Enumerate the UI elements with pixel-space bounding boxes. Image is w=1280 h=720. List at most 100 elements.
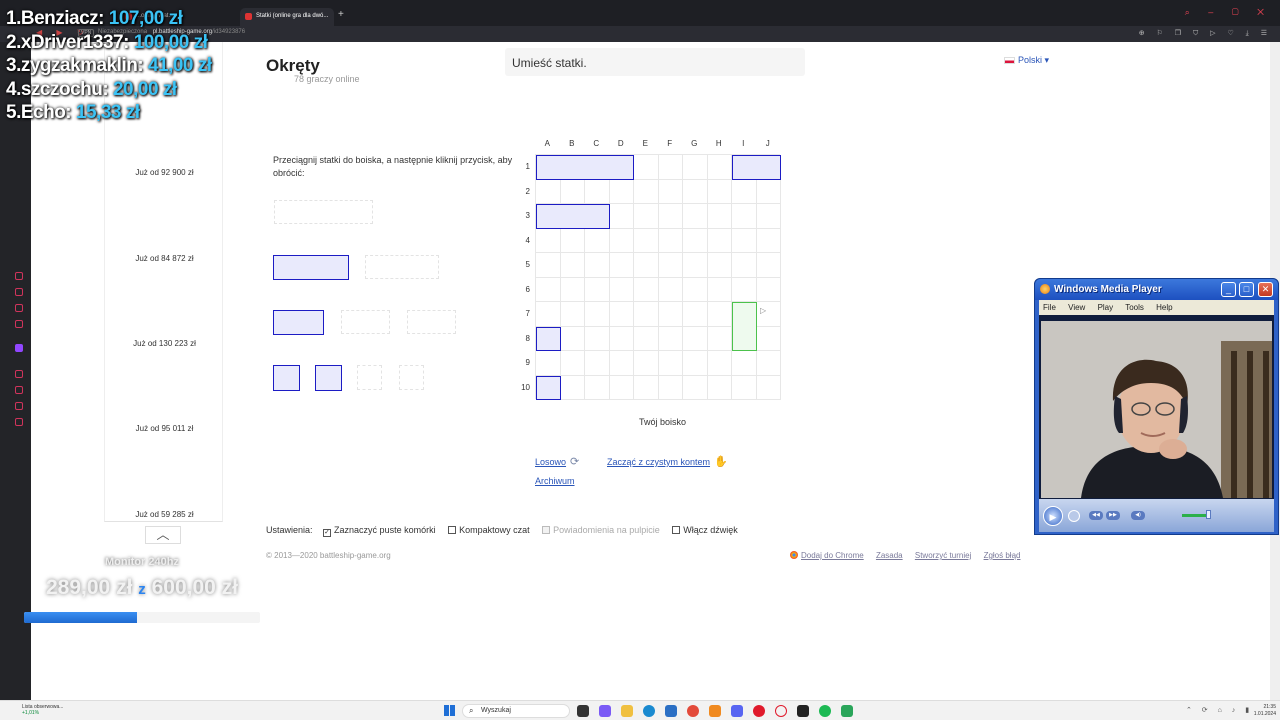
board-cell[interactable] — [634, 204, 659, 229]
board-cell[interactable] — [683, 228, 708, 253]
board-cell[interactable] — [536, 351, 561, 376]
board-cell[interactable] — [609, 326, 634, 351]
board-cell[interactable] — [707, 277, 732, 302]
board-cell[interactable] — [609, 302, 634, 327]
board-cell[interactable] — [658, 228, 683, 253]
board-cell[interactable] — [560, 326, 585, 351]
option-sound[interactable]: Włącz dźwięk — [672, 525, 738, 535]
board-cell[interactable] — [658, 155, 683, 180]
placed-ship[interactable] — [536, 375, 561, 400]
board-cell[interactable] — [683, 253, 708, 278]
placed-ship[interactable] — [536, 326, 561, 351]
sidebar-box-icon[interactable] — [15, 304, 23, 312]
board-cell[interactable] — [683, 302, 708, 327]
board-cell[interactable] — [707, 351, 732, 376]
minimize-button[interactable]: _ — [1221, 282, 1236, 297]
twitch-icon[interactable] — [15, 344, 23, 352]
board-cell[interactable] — [658, 351, 683, 376]
ad-price[interactable]: Już od 84 872 zł — [105, 254, 224, 263]
opera-icon[interactable] — [753, 705, 765, 717]
dock-ship-1[interactable] — [273, 365, 300, 391]
board-cell[interactable] — [560, 302, 585, 327]
chrome-taskbar-icon[interactable] — [687, 705, 699, 717]
board-cell[interactable] — [560, 375, 585, 400]
board-cell[interactable] — [658, 179, 683, 204]
windows-start-icon[interactable] — [444, 705, 455, 716]
board-cell[interactable] — [536, 302, 561, 327]
board-cell[interactable] — [756, 179, 781, 204]
board-cell[interactable] — [634, 375, 659, 400]
checkbox-checked-icon[interactable]: ✓ — [323, 529, 332, 537]
board-cell[interactable] — [585, 326, 610, 351]
system-tray[interactable]: ⌃ ⟳ ⌂ ♪ ▮ — [1186, 706, 1253, 714]
store-icon[interactable] — [665, 705, 677, 717]
clock[interactable]: 21:35 1.01.2024 — [1246, 704, 1276, 718]
placed-ship[interactable] — [536, 204, 610, 229]
board-cell[interactable] — [683, 326, 708, 351]
sidebar-messenger-icon[interactable] — [15, 320, 23, 328]
board-cell[interactable] — [609, 277, 634, 302]
browser-tab-battleship[interactable]: Statki (online gra dla dwó... — [240, 8, 334, 26]
board-cell[interactable] — [658, 326, 683, 351]
board-cell[interactable] — [560, 277, 585, 302]
board-cell[interactable] — [585, 351, 610, 376]
board-cell[interactable] — [732, 351, 757, 376]
board-cell[interactable] — [732, 253, 757, 278]
board-cell[interactable] — [585, 228, 610, 253]
discord-icon[interactable] — [731, 705, 743, 717]
board-cell[interactable] — [707, 228, 732, 253]
new-tab-button[interactable]: + — [338, 9, 344, 20]
board-cell[interactable] — [683, 375, 708, 400]
stop-button[interactable] — [1068, 510, 1080, 522]
option-empty-cells[interactable]: ✓ Zaznaczyć puste komórki — [323, 525, 436, 537]
board-cell[interactable] — [732, 277, 757, 302]
board-cell[interactable] — [536, 253, 561, 278]
dock-ship-3[interactable] — [273, 255, 349, 280]
board-cell[interactable] — [756, 228, 781, 253]
board-cell[interactable] — [683, 351, 708, 376]
file-explorer-icon[interactable] — [621, 705, 633, 717]
board-cell[interactable] — [634, 155, 659, 180]
board-cell[interactable] — [560, 351, 585, 376]
sidebar-clock-icon[interactable] — [15, 370, 23, 378]
board-cell[interactable] — [609, 179, 634, 204]
board-cell[interactable] — [536, 179, 561, 204]
board-cell[interactable] — [658, 277, 683, 302]
report-bug-link[interactable]: Zgłoś błąd — [984, 551, 1021, 560]
board-cell[interactable] — [585, 179, 610, 204]
archive-link[interactable]: Archiwum — [535, 476, 575, 486]
previous-button[interactable]: ◀◀ — [1089, 511, 1103, 520]
board-cell[interactable] — [634, 351, 659, 376]
board-cell[interactable] — [634, 326, 659, 351]
board-cell[interactable] — [707, 204, 732, 229]
random-placement-link[interactable]: Losowo ⟳ — [535, 455, 579, 468]
board-cell[interactable] — [560, 179, 585, 204]
ad-price[interactable]: Już od 95 011 zł — [105, 424, 224, 433]
watchlist-widget[interactable]: Lista obserwowa... +1,01% — [22, 704, 63, 716]
board-cell[interactable] — [707, 179, 732, 204]
board-cell[interactable] — [707, 302, 732, 327]
board-cell[interactable] — [683, 204, 708, 229]
board-cell[interactable] — [609, 351, 634, 376]
vlc-icon[interactable] — [709, 705, 721, 717]
checkbox-icon[interactable] — [448, 526, 457, 534]
mute-button[interactable]: ◀) — [1131, 511, 1145, 520]
app-icon[interactable] — [841, 705, 853, 717]
board-cell[interactable] — [756, 277, 781, 302]
board-cell[interactable] — [707, 253, 732, 278]
board-cell[interactable] — [585, 253, 610, 278]
ad-price[interactable]: Już od 92 900 zł — [105, 168, 224, 177]
board-cell[interactable] — [536, 277, 561, 302]
board-cell[interactable] — [634, 253, 659, 278]
placed-ship[interactable] — [536, 155, 634, 180]
ad-price[interactable]: Już od 59 285 zł — [105, 510, 224, 519]
board-cell[interactable] — [585, 277, 610, 302]
menu-tools[interactable]: Tools — [1125, 303, 1144, 312]
option-compact-chat[interactable]: Kompaktowy czat — [448, 525, 530, 535]
board-cell[interactable] — [658, 375, 683, 400]
board-cell[interactable] — [756, 253, 781, 278]
board-cell[interactable] — [536, 228, 561, 253]
board-cell[interactable] — [658, 204, 683, 229]
board-cell[interactable] — [560, 228, 585, 253]
ad-scroll-up-button[interactable]: ︿ — [145, 526, 181, 544]
